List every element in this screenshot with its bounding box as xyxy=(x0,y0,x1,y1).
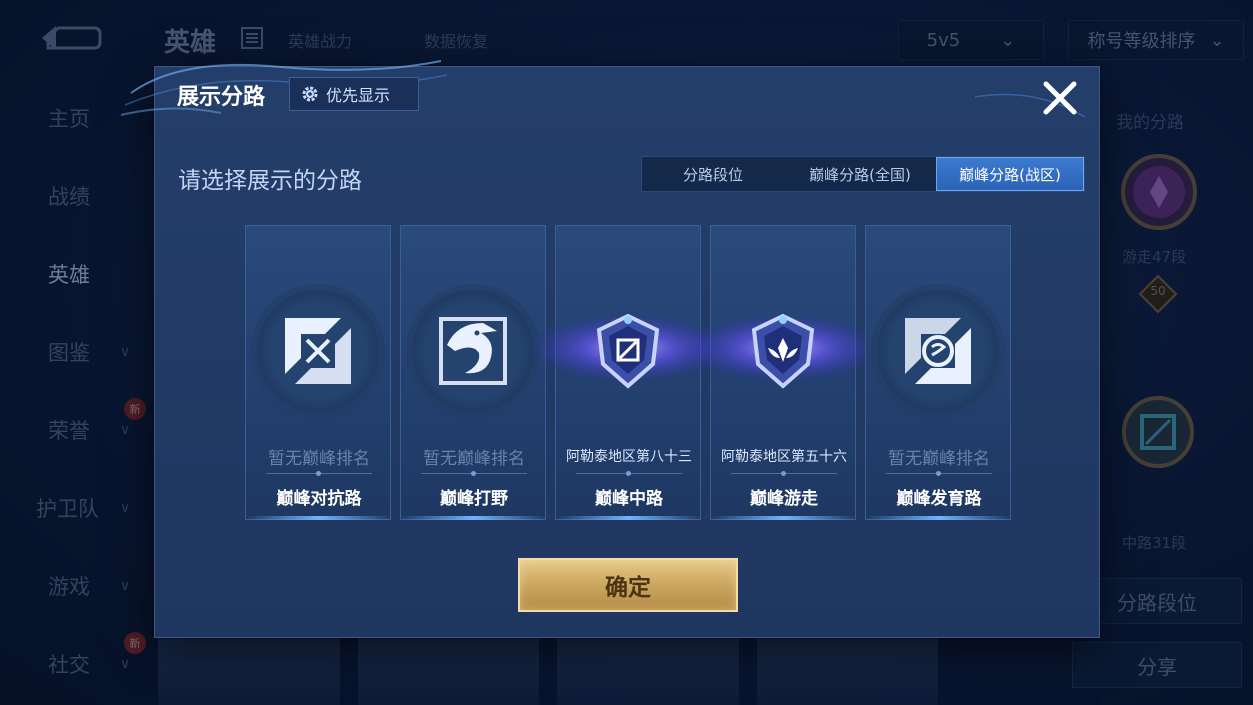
lane-name: 巅峰发育路 xyxy=(896,489,982,509)
lane-rank-text: 阿勒泰地区第八十三 xyxy=(566,449,692,465)
lane-name: 巅峰中路 xyxy=(595,489,663,509)
lane-name: 巅峰对抗路 xyxy=(276,489,362,509)
divider xyxy=(266,471,372,476)
dialog-subtitle: 请选择展示的分路 xyxy=(178,168,362,194)
lane-name: 巅峰游走 xyxy=(750,489,818,509)
divider xyxy=(421,471,527,476)
lane-rank-text: 阿勒泰地区第五十六 xyxy=(721,449,847,465)
lane-card-clash[interactable]: 暂无巅峰排名 巅峰对抗路 xyxy=(245,225,392,520)
lane-card-roam[interactable]: 阿勒泰地区第五十六 巅峰游走 xyxy=(684,225,884,520)
tab-peak-national[interactable]: 巅峰分路(全国) xyxy=(784,157,936,191)
lane-card-jungle[interactable]: 暂无巅峰排名 巅峰打野 xyxy=(400,225,547,520)
clash-lane-icon xyxy=(285,318,351,384)
tab-lane-rank[interactable]: 分路段位 xyxy=(642,157,784,191)
divider xyxy=(576,471,682,476)
lane-card-farm[interactable]: 暂无巅峰排名 巅峰发育路 xyxy=(865,225,1012,520)
decorative-swirl xyxy=(975,93,1086,118)
lane-rank-text: 暂无巅峰排名 xyxy=(888,449,990,469)
tab-peak-region[interactable]: 巅峰分路(战区) xyxy=(936,157,1084,191)
dialog-title: 展示分路 xyxy=(177,85,266,110)
confirm-button[interactable]: 确定 xyxy=(518,558,738,612)
lane-emblem xyxy=(257,290,379,412)
lane-rank-text: 暂无巅峰排名 xyxy=(423,449,525,469)
lane-emblem xyxy=(877,290,999,412)
roam-badge-icon xyxy=(751,313,815,389)
divider xyxy=(731,471,837,476)
close-button[interactable] xyxy=(1039,77,1081,119)
card-highlight xyxy=(401,516,547,520)
lane-emblem xyxy=(722,290,844,412)
lane-display-dialog: 展示分路 优先显示 请选择展示的分路 分路段位 巅峰分路(全国) 巅峰分路(战区… xyxy=(121,60,1100,638)
priority-display-button[interactable]: 优先显示 xyxy=(289,77,419,111)
jungle-icon xyxy=(439,317,507,385)
card-highlight xyxy=(711,516,857,520)
lane-rank-text: 暂无巅峰排名 xyxy=(268,449,370,469)
farm-lane-icon xyxy=(905,318,971,384)
lane-emblem xyxy=(567,290,689,412)
card-highlight xyxy=(556,516,702,520)
card-highlight xyxy=(866,516,1012,520)
mid-lane-badge-icon xyxy=(596,313,660,389)
lane-card-mid[interactable]: 阿勒泰地区第八十三 巅峰中路 xyxy=(529,225,729,520)
lane-type-segmented-control: 分路段位 巅峰分路(全国) 巅峰分路(战区) xyxy=(641,156,1085,192)
card-highlight xyxy=(246,516,392,520)
divider xyxy=(886,471,992,476)
close-icon xyxy=(1043,81,1077,115)
lane-name: 巅峰打野 xyxy=(440,489,508,509)
priority-display-label: 优先显示 xyxy=(326,86,391,105)
lane-emblem xyxy=(412,290,534,412)
gear-icon xyxy=(302,86,318,102)
